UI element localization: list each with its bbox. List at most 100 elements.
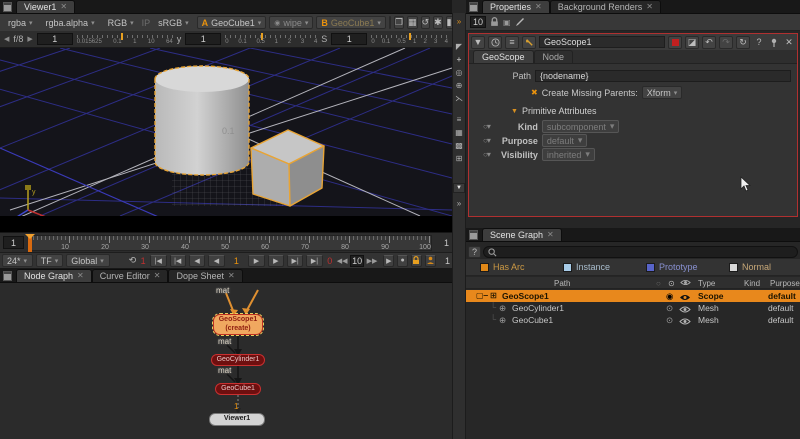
tab-viewer1[interactable]: Viewer1 ✕ [16,0,75,13]
range-select[interactable]: Global▾ [66,254,110,267]
prev-key-button[interactable]: |◀ [170,255,186,267]
col-purpose[interactable]: Purpose [770,279,800,288]
node-viewer1[interactable]: Viewer1 [209,413,265,426]
go-end-button[interactable]: ▶| [306,255,322,267]
settings-flower-icon[interactable]: ✱ [433,16,443,29]
tile-mode-icon[interactable]: ⊞ [453,152,465,165]
display-select[interactable]: RGB▾ [103,16,139,29]
timeline-ruler[interactable]: 10 20 30 40 50 60 70 80 90 100 [28,235,432,251]
half-fill-icon[interactable]: ◪ [685,36,699,49]
node-name-field[interactable]: GeoScope1 [539,36,665,48]
input-a-select[interactable]: AGeoCube1▾ [197,16,267,29]
translate-tool-icon[interactable]: + [453,53,465,66]
list-mode-icon[interactable]: ≡ [453,113,465,126]
pane-menu-icon[interactable] [3,271,12,281]
step-back-button[interactable]: ◀ [189,255,205,267]
checkbox-checked-icon[interactable]: ✖ [531,88,538,97]
render-toggle-icon[interactable]: ⊙ [666,315,673,326]
menu-icon[interactable]: ≡ [505,36,519,49]
step-fwd-button[interactable]: ▶ [268,255,284,267]
tab-dope-sheet[interactable]: Dope Sheet✕ [168,269,242,282]
mat-port-label[interactable]: mat [218,337,231,346]
mat-port-label[interactable]: mat [216,286,229,295]
checker-mode-icon[interactable]: ▩ [453,139,465,152]
node-geocylinder1[interactable]: GeoCylinder1 [211,354,265,366]
tab-curve-editor[interactable]: Curve Editor✕ [92,269,169,282]
diag-lines-icon[interactable] [389,16,391,29]
ip-button[interactable]: IP [142,18,151,28]
close-icon[interactable]: ✕ [228,271,235,280]
channel-select[interactable]: rgba▾ [3,16,38,29]
expand-toggle-icon[interactable]: ▢‒ [476,291,488,300]
ghost-visibility-icon[interactable]: ○ [656,279,661,288]
table-row-geoscope1[interactable]: ▢‒ ⊞ GeoScope1 ◉ Scope default [466,290,800,302]
close-icon[interactable]: ✕ [60,2,67,11]
exposure-input[interactable]: 1 [37,33,73,45]
close-icon[interactable]: ✕ [783,36,795,49]
input-b-select[interactable]: BGeoCube1▾ [316,16,386,29]
next-key-button[interactable]: ▶| [287,255,303,267]
tab-properties[interactable]: Properties✕ [482,0,550,13]
colorspace-select[interactable]: sRGB▾ [153,16,194,29]
record-icon[interactable]: ● [397,255,408,267]
gamma-input[interactable]: 1 [185,33,221,45]
col-path[interactable]: Path [554,279,570,288]
fps-select[interactable]: 24*▾ [2,254,33,267]
tab-background-renders[interactable]: Background Renders✕ [550,0,661,13]
redo-icon[interactable]: ↷ [719,36,733,49]
select-cursor-icon[interactable]: ◤ [453,40,465,53]
col-kind[interactable]: Kind [744,279,760,288]
go-start-button[interactable]: |◀ [150,255,166,267]
expand-chevron-icon[interactable]: » [453,197,465,210]
saturation-input[interactable]: 1 [331,33,367,45]
search-input[interactable] [483,246,798,258]
path-field[interactable]: {nodename} [535,70,791,82]
node-graph-canvas[interactable]: mat mat mat GeoScope1 (create) GeoCylind… [0,283,452,439]
kind-select[interactable]: subcomponent▾ [542,120,620,133]
help-button[interactable]: ? [468,246,481,258]
alpha-select[interactable]: rgba.alpha▾ [41,16,100,29]
collapse-icon[interactable]: ▼ [471,36,485,49]
tf-select[interactable]: TF▾ [36,254,64,267]
render-toggle-icon[interactable]: ◉ [666,291,673,302]
in-frame-field[interactable]: 1 [3,236,24,249]
close-icon[interactable]: ✕ [646,2,653,11]
tab-node[interactable]: Node [534,50,574,63]
node-geoscope1[interactable]: GeoScope1 (create) [213,314,263,335]
render-toggle-icon[interactable]: ⊙ [666,303,673,314]
step-field[interactable]: 10 [350,255,363,267]
undo-icon[interactable]: ↶ [702,36,716,49]
play-back-button[interactable]: ◀ [208,255,224,267]
scale-tool-icon[interactable]: ⊕ [453,79,465,92]
eye-icon[interactable] [679,316,691,326]
stop-icon[interactable] [668,36,682,49]
eye-icon[interactable] [679,292,691,302]
viewport-3d[interactable]: 0.1 y x z 2K_Super_35(full-ap) [0,48,452,216]
state-badge-icon[interactable]: ○▾ [483,122,490,131]
section-collapse-icon[interactable]: ▼ [511,108,518,115]
grid-mode-icon[interactable]: ▦ [453,126,465,139]
lock-icon[interactable] [490,17,499,27]
gamma-slider[interactable]: 00.10.51234 [225,33,317,45]
close-icon[interactable]: ✕ [154,271,161,280]
tab-geoscope[interactable]: GeoScope [473,50,534,63]
loop-icon[interactable]: ⟲ [129,255,137,266]
saturation-slider[interactable]: 00.10.51234 [371,33,448,45]
pane-menu-icon[interactable] [469,230,478,240]
scene-graph-body[interactable]: ▢‒ ⊞ GeoScope1 ◉ Scope default └ ⊕ GeoCy… [466,289,800,439]
stack-count-field[interactable]: 10 [470,16,486,28]
state-badge-icon[interactable]: ○▾ [483,136,490,145]
refresh-icon[interactable]: ↺ [421,16,431,29]
pin-icon[interactable] [768,36,780,49]
layers-icon[interactable]: ❐ [394,16,404,29]
inc-step-icon[interactable]: ▶▶ [367,257,378,265]
node-geocube1[interactable]: GeoCube1 [215,383,261,395]
grid-view-icon[interactable]: ▦ [407,16,418,29]
clear-icon[interactable]: ▣ [503,18,511,27]
collapse-chevron-icon[interactable]: » [453,15,465,28]
close-icon[interactable]: ✕ [77,271,84,280]
close-icon[interactable]: ✕ [535,2,542,11]
playhead[interactable] [28,234,32,253]
exposure-slider[interactable]: 0.0156250.111064 [77,33,173,45]
wrench-icon[interactable] [522,36,536,49]
